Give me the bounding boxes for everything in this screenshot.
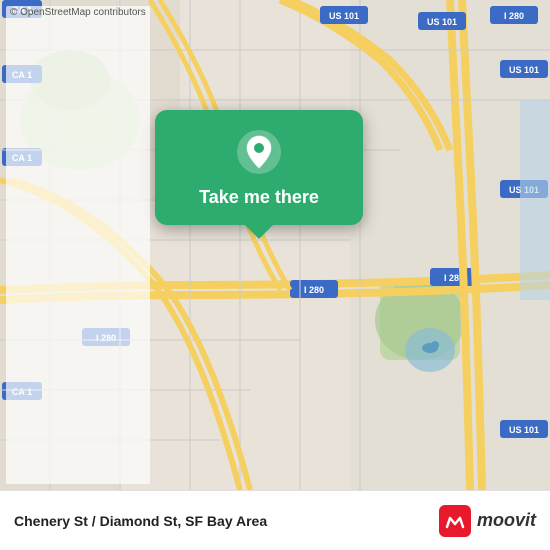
moovit-icon bbox=[439, 505, 471, 537]
svg-text:US 101: US 101 bbox=[509, 65, 539, 75]
location-pin-icon bbox=[235, 128, 283, 176]
location-card[interactable]: Take me there bbox=[155, 110, 363, 225]
moovit-text: moovit bbox=[477, 510, 536, 531]
location-name-label: Chenery St / Diamond St, SF Bay Area bbox=[14, 513, 267, 529]
bottom-bar: Chenery St / Diamond St, SF Bay Area moo… bbox=[0, 490, 550, 550]
moovit-logo[interactable]: moovit bbox=[439, 505, 536, 537]
svg-text:US 101: US 101 bbox=[329, 11, 359, 21]
svg-text:I 280: I 280 bbox=[304, 285, 324, 295]
svg-text:US 101: US 101 bbox=[427, 17, 457, 27]
svg-text:US 101: US 101 bbox=[509, 425, 539, 435]
svg-text:I 280: I 280 bbox=[504, 11, 524, 21]
take-me-there-label: Take me there bbox=[199, 186, 319, 209]
map-container: I 280 I 280 I 280 US 101 US 101 US 101 U… bbox=[0, 0, 550, 490]
map-copyright: © OpenStreetMap contributors bbox=[6, 6, 150, 484]
